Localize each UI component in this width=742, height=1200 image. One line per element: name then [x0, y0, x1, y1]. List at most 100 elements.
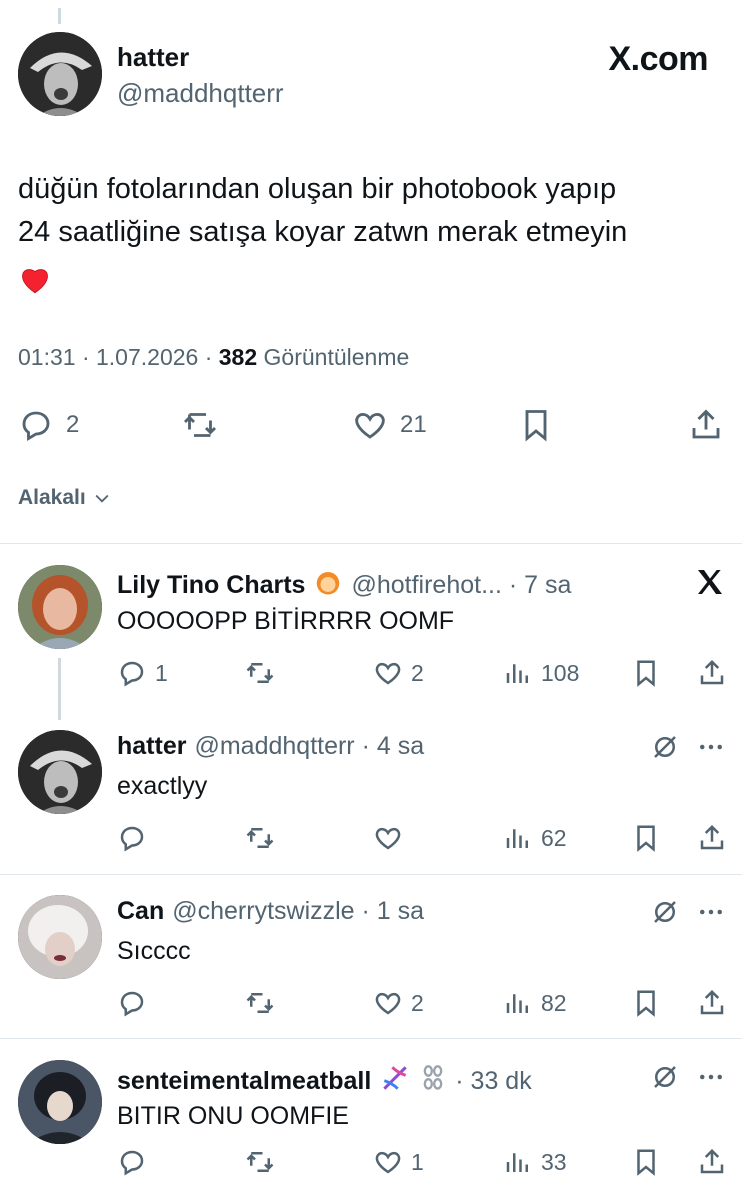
- like-count: 1: [411, 1148, 424, 1175]
- like-button[interactable]: 21: [352, 400, 427, 450]
- reply-actions: 2 82: [117, 985, 729, 1021]
- views-count: 62: [541, 824, 567, 851]
- author-handle[interactable]: @cherrytswizzle · 1 sa: [172, 897, 424, 926]
- avatar[interactable]: [18, 32, 102, 116]
- chains-icon: [419, 1063, 447, 1100]
- bookmark-button[interactable]: [631, 655, 661, 691]
- views-button[interactable]: 62: [503, 820, 567, 856]
- reply-button[interactable]: [117, 985, 147, 1021]
- redhead-emoji-icon: [313, 567, 343, 604]
- views-count: 33: [541, 1148, 567, 1175]
- share-button[interactable]: [697, 1144, 727, 1180]
- reply-icon: [120, 826, 144, 852]
- share-button[interactable]: [697, 820, 727, 856]
- share-icon: [700, 989, 724, 1015]
- like-button[interactable]: 1: [373, 1144, 424, 1180]
- reply-text: exactlyy: [117, 772, 208, 800]
- retweet-button[interactable]: [182, 400, 218, 450]
- views-button[interactable]: 33: [503, 1144, 567, 1180]
- author-handle[interactable]: · 33 dk: [455, 1067, 531, 1096]
- share-icon: [700, 1148, 724, 1174]
- views-button[interactable]: 82: [503, 985, 567, 1021]
- more-icon[interactable]: [696, 895, 726, 929]
- retweet-button[interactable]: [245, 1144, 275, 1180]
- reply-icon: [120, 991, 144, 1017]
- bar-chart-icon: [506, 994, 528, 1013]
- bookmark-button[interactable]: [631, 1144, 661, 1180]
- reply-item[interactable]: Lily Tino Charts @hotfirehot... · 7 sa O…: [0, 565, 742, 705]
- grok-icon[interactable]: [650, 895, 680, 929]
- reply-item[interactable]: Can @cherrytswizzle · 1 sa Sıcccc 2 82: [0, 895, 742, 1035]
- views-button[interactable]: 108: [503, 655, 579, 691]
- tweet-header: hatter @maddhqtterr X.com: [18, 30, 724, 120]
- like-button[interactable]: 2: [373, 655, 424, 691]
- bookmark-icon: [637, 1149, 655, 1176]
- share-button[interactable]: [697, 985, 727, 1021]
- grok-icon[interactable]: [650, 730, 680, 764]
- reply-button[interactable]: 2: [18, 400, 79, 450]
- grok-icon[interactable]: [650, 1060, 680, 1094]
- reply-header: senteimentalmeatball · 33 dk: [117, 1062, 532, 1101]
- avatar[interactable]: [18, 895, 102, 979]
- more-icon[interactable]: [696, 730, 726, 764]
- reply-button[interactable]: [117, 1144, 147, 1180]
- share-button[interactable]: [688, 400, 724, 450]
- views-label: Görüntülenme: [257, 344, 410, 370]
- bookmark-icon: [637, 660, 655, 687]
- reply-item[interactable]: hatter @maddhqtterr · 4 sa exactlyy 62: [0, 730, 742, 870]
- sort-label: Alakalı: [18, 486, 86, 509]
- tweet-actions: 2 21: [18, 400, 726, 450]
- more-icon[interactable]: [696, 1060, 726, 1094]
- heart-icon: [375, 1151, 401, 1174]
- avatar[interactable]: [18, 730, 102, 814]
- divider: [0, 1038, 742, 1039]
- tweet-text-line: 24 saatliğine satışa koyar zatwn merak e…: [18, 216, 628, 248]
- timestamp[interactable]: 01:31 · 1.07.2026 ·: [18, 344, 219, 370]
- like-button[interactable]: [373, 820, 403, 856]
- heart-icon: [375, 992, 401, 1015]
- reply-icon: [120, 661, 144, 687]
- author-name[interactable]: hatter: [117, 732, 186, 761]
- retweet-button[interactable]: [245, 655, 275, 691]
- author-handle[interactable]: @maddhqtterr: [117, 78, 284, 109]
- author-name[interactable]: Lily Tino Charts: [117, 571, 305, 600]
- retweet-button[interactable]: [245, 820, 275, 856]
- reply-count: 1: [155, 659, 168, 686]
- reply-text: BITIR ONU OOMFIE: [117, 1102, 349, 1130]
- share-icon: [700, 824, 724, 850]
- bookmark-button[interactable]: [631, 985, 661, 1021]
- reply-item[interactable]: senteimentalmeatball · 33 dk BITIR ONU O…: [0, 1060, 742, 1200]
- thread-line: [58, 8, 61, 24]
- thread-line: [58, 658, 61, 720]
- reply-button[interactable]: 1: [117, 655, 168, 691]
- reply-button[interactable]: [117, 820, 147, 856]
- reply-actions: 1 33: [117, 1144, 729, 1180]
- share-icon: [692, 409, 720, 439]
- retweet-icon: [183, 413, 217, 437]
- bookmark-button[interactable]: [518, 400, 554, 450]
- author-handle[interactable]: @maddhqtterr · 4 sa: [194, 732, 424, 761]
- like-button[interactable]: 2: [373, 985, 424, 1021]
- retweet-icon: [246, 1152, 274, 1172]
- views-count: 108: [541, 659, 580, 686]
- author-name[interactable]: Can: [117, 897, 164, 926]
- red-heart-icon: [22, 269, 48, 294]
- avatar[interactable]: [18, 565, 102, 649]
- author-name[interactable]: senteimentalmeatball: [117, 1067, 371, 1096]
- avatar[interactable]: [18, 1060, 102, 1144]
- author-name[interactable]: hatter: [117, 42, 189, 73]
- bar-chart-icon: [506, 664, 528, 683]
- bookmark-button[interactable]: [631, 820, 661, 856]
- share-button[interactable]: [697, 655, 727, 691]
- reply-header: Lily Tino Charts @hotfirehot... · 7 sa: [117, 567, 571, 604]
- like-count: 2: [411, 989, 424, 1016]
- heart-icon: [375, 662, 401, 685]
- chevron-down-icon: [95, 494, 109, 503]
- bookmark-icon: [637, 825, 655, 852]
- like-count: 2: [411, 659, 424, 686]
- sort-dropdown[interactable]: Alakalı: [18, 486, 112, 510]
- author-handle[interactable]: @hotfirehot... · 7 sa: [351, 571, 571, 600]
- like-count: 21: [400, 411, 427, 438]
- retweet-button[interactable]: [245, 985, 275, 1021]
- retweet-icon: [246, 663, 274, 683]
